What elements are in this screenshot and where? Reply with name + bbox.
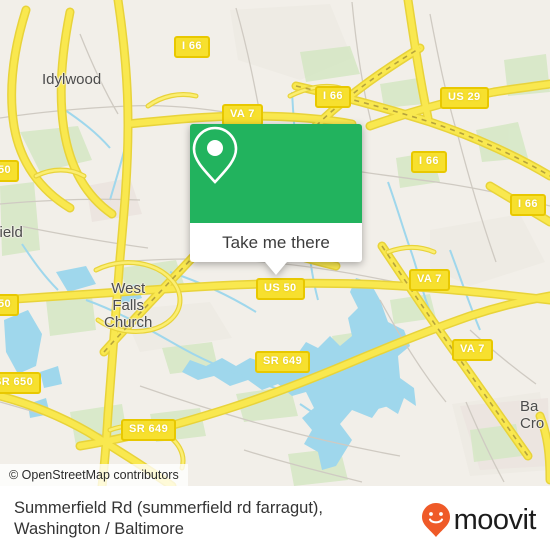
footer-bar: Summerfield Rd (summerfield rd farragut)… — [0, 486, 550, 550]
shield-sr649-upper[interactable]: SR 649 — [255, 351, 311, 373]
shield-va7-mid[interactable]: VA 7 — [409, 269, 450, 291]
shield-i66-top[interactable]: I 66 — [174, 36, 210, 58]
popup-tail — [265, 262, 287, 275]
map-label-west-falls-church: West Falls Church — [104, 280, 153, 331]
location-pin-icon — [192, 126, 238, 184]
take-me-there-popup[interactable]: Take me there — [190, 124, 362, 275]
shield-sr649-lower[interactable]: SR 649 — [121, 419, 177, 441]
osm-attribution-label: © OpenStreetMap contributors — [9, 468, 179, 482]
shield-50-left-upper[interactable]: 50 — [0, 160, 20, 182]
popup-image-area — [190, 124, 362, 223]
map-label-baileys-crossroads: Ba Cro — [520, 398, 545, 432]
map-label-merrifield: ifield — [0, 224, 23, 241]
shield-i66-right[interactable]: I 66 — [411, 151, 447, 173]
shield-us50[interactable]: US 50 — [256, 278, 305, 300]
map-screenshot: Idylwood ifield West Falls Church Ba Cro… — [0, 0, 550, 550]
take-me-there-button[interactable]: Take me there — [190, 223, 362, 262]
osm-attribution[interactable]: © OpenStreetMap contributors — [0, 464, 188, 486]
shield-va7-upper[interactable]: VA 7 — [222, 104, 263, 126]
shield-i66-upper[interactable]: I 66 — [315, 86, 351, 108]
shield-us29[interactable]: US 29 — [440, 87, 489, 109]
page-title: Summerfield Rd (summerfield rd farragut)… — [14, 499, 324, 538]
shield-sr650[interactable]: SR 650 — [0, 372, 42, 394]
moovit-logo[interactable]: moovit — [421, 502, 537, 538]
map-canvas[interactable]: Idylwood ifield West Falls Church Ba Cro… — [0, 0, 550, 486]
moovit-smiley-pin-icon — [421, 503, 450, 537]
map-label-idylwood: Idylwood — [42, 71, 102, 88]
shield-50-left-lower[interactable]: 50 — [0, 294, 20, 316]
shield-i66-far-right[interactable]: I 66 — [510, 194, 546, 216]
shield-va7-lower[interactable]: VA 7 — [452, 339, 493, 361]
take-me-there-label: Take me there — [222, 232, 330, 252]
moovit-wordmark: moovit — [453, 503, 537, 536]
